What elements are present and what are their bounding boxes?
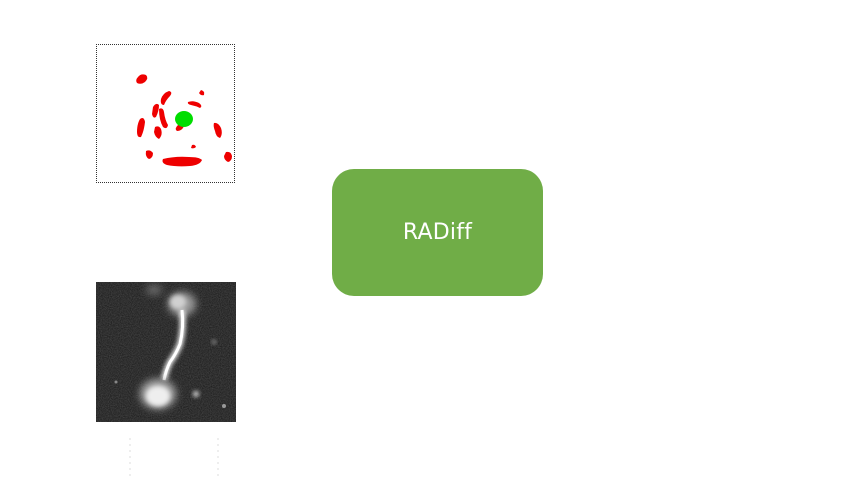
extended-blob xyxy=(136,74,148,84)
extended-blob xyxy=(152,103,159,118)
compact-source-blob xyxy=(175,111,193,127)
extended-blob xyxy=(162,156,202,167)
extended-blob xyxy=(199,90,205,96)
faint-dotted-outline xyxy=(129,438,219,480)
segmentation-mask-drawing xyxy=(136,74,232,167)
extended-blob xyxy=(145,150,153,159)
extended-blob xyxy=(224,151,232,162)
extended-blob xyxy=(160,91,172,105)
radio-galaxy-drawing xyxy=(96,282,236,422)
radiff-label: RADiff xyxy=(402,220,473,245)
radio-galaxy-image xyxy=(96,282,236,422)
extended-blob xyxy=(154,126,162,139)
extended-blob xyxy=(137,118,145,138)
extended-blob xyxy=(159,108,168,129)
extended-blob xyxy=(187,101,202,108)
radiff-model-box: RADiff xyxy=(332,169,543,296)
extended-blob xyxy=(213,122,222,138)
extended-blob xyxy=(191,144,196,149)
segmentation-mask-image xyxy=(96,44,235,183)
